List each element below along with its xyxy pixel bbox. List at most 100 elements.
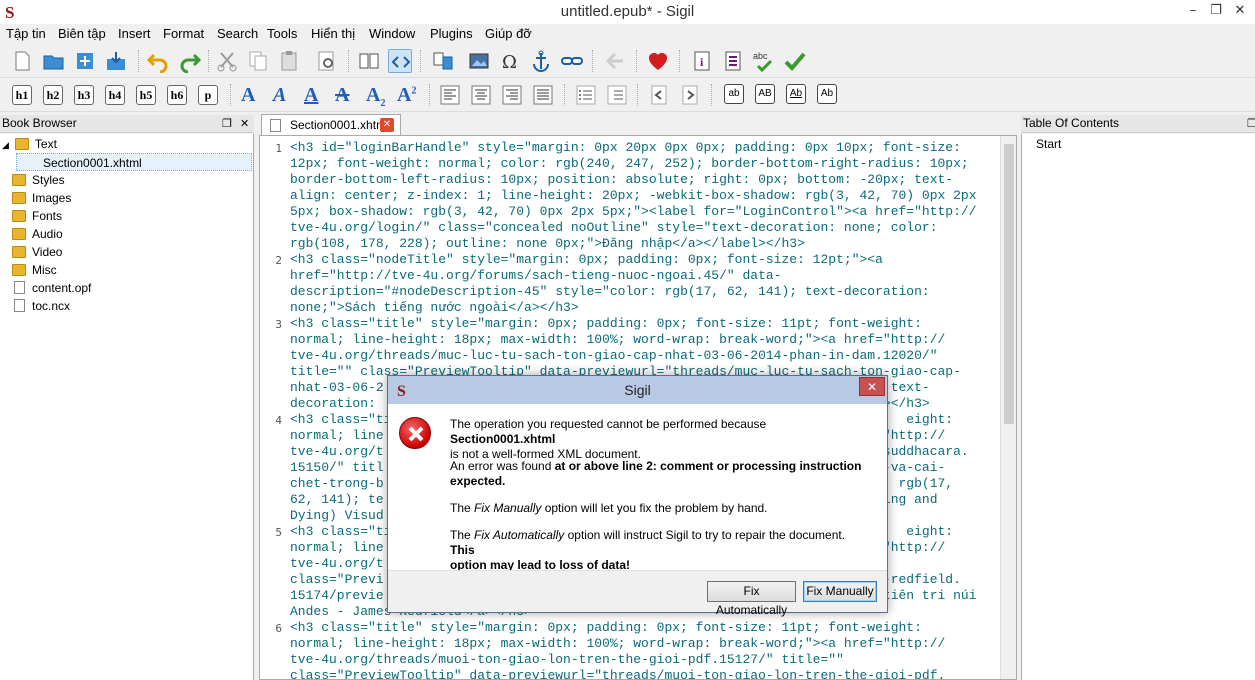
menu-view[interactable]: Hiển thị bbox=[311, 26, 355, 41]
tree-file-content-opf[interactable]: content.opf bbox=[14, 279, 91, 297]
back-arrow-icon[interactable] bbox=[603, 49, 627, 73]
heading-3-button[interactable]: h3 bbox=[74, 85, 94, 105]
book-view-icon[interactable] bbox=[357, 49, 381, 73]
code-line[interactable]: border-bottom-left-radius: 10px; positio… bbox=[290, 172, 1000, 188]
tree-file-section0001[interactable]: Section0001.xhtml bbox=[16, 153, 252, 171]
scrollbar-thumb[interactable] bbox=[1004, 144, 1014, 424]
link-icon[interactable] bbox=[560, 49, 584, 73]
vertical-scrollbar[interactable] bbox=[1000, 136, 1016, 679]
increase-indent-icon[interactable] bbox=[678, 83, 702, 107]
menu-insert[interactable]: Insert bbox=[118, 26, 151, 41]
code-line[interactable]: rgb(108, 178, 228); outline: none 0px;">… bbox=[290, 236, 1000, 252]
justify-icon[interactable] bbox=[531, 83, 555, 107]
tree-folder-audio[interactable]: Audio bbox=[12, 225, 63, 243]
code-line[interactable]: 5px; box-shadow: rgb(3, 42, 70) 0px 2px … bbox=[290, 204, 1000, 220]
heart-icon[interactable] bbox=[646, 49, 670, 73]
toc-item-start[interactable]: Start bbox=[1036, 135, 1061, 153]
lowercase-button[interactable]: ab bbox=[724, 84, 744, 104]
numbered-list-icon[interactable] bbox=[605, 83, 629, 107]
spellcheck-icon[interactable]: abc bbox=[752, 49, 776, 73]
metadata-editor-icon[interactable]: i bbox=[690, 49, 714, 73]
anchor-icon[interactable] bbox=[529, 49, 553, 73]
fix-automatically-button[interactable]: Fix Automatically bbox=[707, 581, 796, 617]
undo-icon[interactable] bbox=[146, 49, 170, 74]
code-line[interactable]: none;">Sách tiếng nước ngoài</a></h3> bbox=[290, 300, 1000, 316]
dialog-close-button[interactable]: ✕ bbox=[859, 377, 885, 396]
code-line[interactable]: <h3 class="title" style="margin: 0px; pa… bbox=[290, 316, 1000, 332]
strikethrough-icon[interactable]: A bbox=[335, 84, 349, 107]
heading-6-button[interactable]: h6 bbox=[167, 85, 187, 105]
decrease-indent-icon[interactable] bbox=[647, 83, 671, 107]
code-line[interactable]: <h3 id="loginBarHandle" style="margin: 0… bbox=[290, 140, 1000, 156]
special-character-icon[interactable]: Ω bbox=[498, 49, 522, 73]
align-right-icon[interactable] bbox=[500, 83, 524, 107]
superscript-icon[interactable]: A2 bbox=[397, 84, 416, 107]
code-line[interactable]: 12px; font-weight: normal; color: rgb(24… bbox=[290, 156, 1000, 172]
code-line[interactable]: normal; line-height: 18px; max-width: 10… bbox=[290, 636, 1000, 652]
tree-folder-video[interactable]: Video bbox=[12, 243, 62, 261]
code-view-icon[interactable] bbox=[388, 49, 412, 73]
code-line[interactable]: <h3 class="nodeTitle" style="margin: 0px… bbox=[290, 252, 1000, 268]
heading-1-button[interactable]: h1 bbox=[12, 85, 32, 105]
validate-icon[interactable] bbox=[783, 49, 807, 73]
add-file-icon[interactable] bbox=[73, 49, 97, 73]
menu-format[interactable]: Format bbox=[163, 26, 204, 41]
paste-icon[interactable] bbox=[277, 49, 301, 73]
uppercase-button[interactable]: AB bbox=[755, 84, 775, 104]
undock-icon[interactable]: ❐ bbox=[1247, 116, 1255, 133]
code-line[interactable]: description="#nodeDescription-45" style=… bbox=[290, 284, 1000, 300]
menu-plugins[interactable]: Plugins bbox=[430, 26, 473, 41]
code-line[interactable]: normal; line-height: 18px; max-width: 10… bbox=[290, 332, 1000, 348]
heading-4-button[interactable]: h4 bbox=[105, 85, 125, 105]
undock-icon[interactable]: ❐ bbox=[222, 116, 232, 133]
menu-file[interactable]: Tập tin bbox=[6, 26, 46, 41]
align-center-icon[interactable] bbox=[469, 83, 493, 107]
underline-icon[interactable]: A bbox=[304, 84, 318, 107]
tree-folder-styles[interactable]: Styles bbox=[12, 171, 65, 189]
tree-folder-text[interactable]: ◢ Text bbox=[2, 135, 57, 153]
capitalize-button[interactable]: Ab bbox=[817, 84, 837, 104]
code-line[interactable]: tve-4u.org/threads/muoi-ton-giao-lon-tre… bbox=[290, 652, 1000, 668]
close-window-button[interactable]: ✕ bbox=[1230, 3, 1250, 19]
new-file-icon[interactable] bbox=[10, 49, 34, 73]
menu-tools[interactable]: Tools bbox=[267, 26, 297, 41]
expand-arrow-icon[interactable]: ◢ bbox=[2, 140, 9, 150]
menu-help[interactable]: Giúp đỡ bbox=[485, 26, 532, 41]
code-line[interactable]: align: center; z-index: 1; line-height: … bbox=[290, 188, 1000, 204]
titlecase-button[interactable]: Ab bbox=[786, 84, 806, 104]
code-line[interactable]: href="http://tve-4u.org/forums/sach-tien… bbox=[290, 268, 1000, 284]
code-line[interactable]: tve-4u.org/threads/muc-luc-tu-sach-ton-g… bbox=[290, 348, 1000, 364]
subscript-icon[interactable]: A2 bbox=[366, 84, 385, 109]
code-line[interactable]: <h3 class="title" style="margin: 0px; pa… bbox=[290, 620, 1000, 636]
bullet-list-icon[interactable] bbox=[574, 83, 598, 107]
open-folder-icon[interactable] bbox=[42, 49, 66, 73]
close-tab-icon[interactable]: ✕ bbox=[380, 118, 394, 132]
align-left-icon[interactable] bbox=[438, 83, 462, 107]
save-icon[interactable] bbox=[104, 49, 128, 73]
bold-icon[interactable]: A bbox=[241, 84, 255, 107]
tree-folder-images[interactable]: Images bbox=[12, 189, 71, 207]
code-line[interactable]: class="PreviewTooltip" data-previewurl="… bbox=[290, 668, 1000, 679]
heading-2-button[interactable]: h2 bbox=[43, 85, 63, 105]
cut-icon[interactable] bbox=[215, 49, 239, 73]
code-line[interactable]: tve-4u.org/login/" class="concealed noOu… bbox=[290, 220, 1000, 236]
tab-section0001[interactable]: Section0001.xhtml ✕ bbox=[261, 114, 401, 135]
copy-icon[interactable] bbox=[246, 49, 270, 73]
find-replace-icon[interactable] bbox=[315, 49, 339, 73]
split-file-icon[interactable] bbox=[431, 49, 455, 73]
tree-folder-misc[interactable]: Misc bbox=[12, 261, 57, 279]
menu-edit[interactable]: Biên tập bbox=[58, 26, 106, 41]
menu-window[interactable]: Window bbox=[369, 26, 415, 41]
menu-search[interactable]: Search bbox=[217, 26, 258, 41]
redo-icon[interactable] bbox=[178, 49, 202, 74]
heading-5-button[interactable]: h5 bbox=[136, 85, 156, 105]
tree-folder-fonts[interactable]: Fonts bbox=[12, 207, 62, 225]
tree-file-toc-ncx[interactable]: toc.ncx bbox=[14, 297, 70, 315]
insert-image-icon[interactable] bbox=[467, 49, 491, 73]
italic-icon[interactable]: A bbox=[273, 84, 286, 107]
restore-button[interactable]: ❐ bbox=[1206, 3, 1226, 19]
toc-editor-icon[interactable] bbox=[721, 49, 745, 73]
paragraph-button[interactable]: p bbox=[198, 85, 218, 105]
close-panel-icon[interactable]: ✕ bbox=[240, 116, 249, 133]
minimize-button[interactable]: – bbox=[1183, 3, 1203, 19]
